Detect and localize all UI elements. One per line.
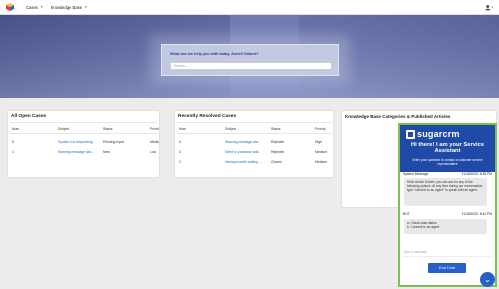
- message-bubble: Hello Anneli Gobert, you can ask for any…: [404, 178, 487, 206]
- nav-cases-label: Cases: [26, 4, 38, 10]
- case-subject-link[interactable]: Warning message alw...: [58, 150, 101, 154]
- column-header[interactable]: Status: [271, 127, 281, 131]
- message-header: BOT 11/18/2020, 8:42 PM: [403, 212, 492, 216]
- chat-transcript[interactable]: System Message 11/18/2020, 8:38 PM Hello…: [400, 172, 495, 272]
- panel-title: Recently Resolved Cases: [178, 114, 237, 119]
- table-row[interactable]: 1 Warning message alw... New Low: [10, 147, 157, 156]
- search-input[interactable]: Search...: [170, 62, 332, 70]
- table-row[interactable]: 3 Need to purchase add... Rejected Mediu…: [177, 147, 331, 156]
- panel-title: Knowledge Base Categories & Published Ar…: [345, 114, 451, 119]
- resolved-cases-panel: Recently Resolved Cases Num Subject Stat…: [174, 110, 334, 178]
- case-priority: Medium: [315, 159, 328, 164]
- case-status: Rejected: [271, 139, 285, 144]
- table-header: Num Subject Status Priority: [177, 125, 331, 134]
- message-sender: BOT: [403, 212, 410, 216]
- case-subject-link[interactable]: System not responding: [58, 140, 101, 144]
- case-priority: Low: [150, 149, 157, 154]
- message-sender: System Message: [403, 172, 429, 176]
- nav-knowledge-base-label: Knowledge Base: [50, 4, 83, 10]
- column-header[interactable]: Priority: [150, 127, 159, 131]
- case-num: 3: [179, 149, 181, 154]
- message-time: 11/18/2020, 8:38 PM: [461, 172, 492, 176]
- resolved-cases-table: Num Subject Status Priority 4 Warning me…: [177, 122, 331, 175]
- chat-greeting: Hi there! I am your Service Assistant: [410, 142, 485, 155]
- case-status: Rejected: [271, 149, 285, 154]
- end-chat-button[interactable]: End Chat: [428, 263, 466, 273]
- message-bubble: a. Check case status b. Connect to an ag…: [404, 219, 487, 234]
- chevron-down-icon: ▾: [85, 5, 87, 9]
- chat-header: sugarcrm Hi there! I am your Service Ass…: [400, 125, 495, 172]
- case-subject-link[interactable]: Having trouble adding ...: [225, 160, 269, 164]
- table-header: Num Subject Status Priority: [10, 125, 159, 134]
- case-num: 4: [179, 139, 181, 144]
- case-subject-link[interactable]: Need to purchase add...: [225, 150, 269, 154]
- column-header[interactable]: Status: [103, 127, 113, 131]
- case-subject-link[interactable]: Warning message alw...: [225, 140, 269, 144]
- column-header[interactable]: Num: [12, 127, 19, 131]
- case-priority: Medium: [150, 139, 159, 144]
- chevron-down-icon: ▾: [40, 5, 43, 9]
- case-status: Pending Input: [103, 139, 124, 144]
- sugar-cube-icon[interactable]: [6, 3, 14, 11]
- message-header: System Message 11/18/2020, 8:38 PM: [403, 172, 492, 176]
- column-header[interactable]: Priority: [315, 127, 332, 131]
- chat-subtitle: Enter your question to contact a custome…: [412, 158, 483, 166]
- table-row[interactable]: 2 Having trouble adding ... Closed Mediu…: [177, 157, 331, 166]
- open-cases-panel: All Open Cases Num Subject Status Priori…: [7, 110, 160, 178]
- chevron-down-icon[interactable]: ⌄: [480, 272, 495, 287]
- column-header[interactable]: Num: [179, 127, 186, 131]
- case-status: New: [103, 149, 110, 154]
- table-row[interactable]: 5 System not responding Pending Input Me…: [10, 137, 159, 146]
- case-num: 1: [12, 149, 14, 154]
- chat-widget: sugarcrm Hi there! I am your Service Ass…: [398, 123, 497, 287]
- user-icon[interactable]: ▾: [485, 3, 493, 11]
- search-panel: What can we help you with today, Anneli …: [161, 44, 339, 76]
- search-prompt: What can we help you with today, Anneli …: [170, 52, 259, 56]
- sugarcrm-logo: sugarcrm: [406, 129, 460, 139]
- column-header[interactable]: Subject: [225, 127, 236, 131]
- sugar-cube-icon: [406, 129, 415, 139]
- top-navigation-bar: Cases ▾ Knowledge Base ▾ ▾: [0, 0, 499, 15]
- table-row[interactable]: 4 Warning message alw... Rejected High: [177, 137, 331, 146]
- case-num: 2: [179, 159, 181, 164]
- case-status: Closed: [271, 159, 282, 164]
- open-cases-table: Num Subject Status Priority 5 System not…: [10, 122, 159, 175]
- nav-knowledge-base[interactable]: Knowledge Base ▾: [51, 5, 87, 10]
- case-priority: Medium: [315, 149, 328, 154]
- message-time: 11/18/2020, 8:42 PM: [461, 212, 492, 216]
- case-priority: High: [315, 139, 322, 144]
- column-header[interactable]: Subject: [58, 127, 69, 131]
- case-num: 5: [12, 139, 14, 144]
- brand-name: sugarcrm: [417, 129, 460, 139]
- chat-message-input[interactable]: Type a message: [403, 247, 492, 257]
- option-connect-agent[interactable]: b. Connect to an agent: [407, 225, 484, 229]
- nav-cases[interactable]: Cases ▾: [26, 5, 43, 10]
- panel-title: All Open Cases: [11, 114, 47, 119]
